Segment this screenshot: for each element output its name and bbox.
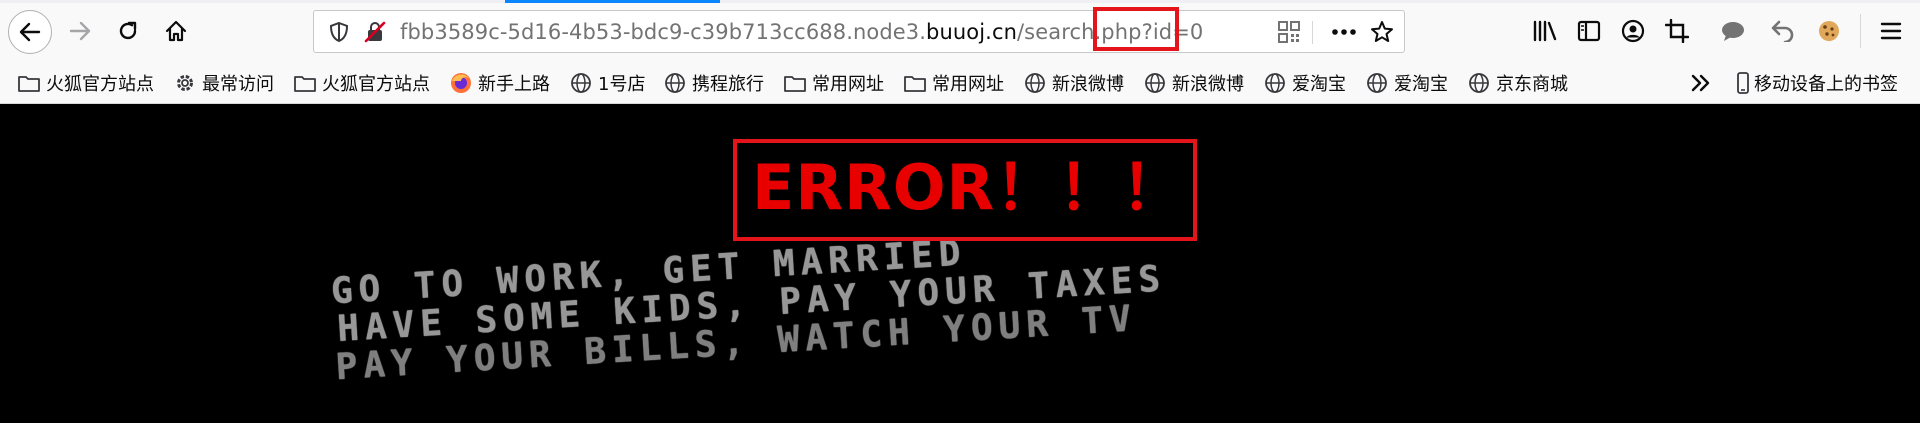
folder-icon (784, 72, 806, 94)
insecure-lock-icon[interactable] (364, 21, 386, 43)
bookmark-label: 火狐官方站点 (46, 74, 154, 95)
url-domain: buuoj.cn (926, 20, 1017, 44)
crop-icon (1665, 19, 1689, 43)
query-highlight-box (1093, 7, 1179, 51)
chevron-double-right-icon (1691, 74, 1710, 92)
toolbar-separator (1860, 14, 1861, 48)
bookmark-label: 京东商城 (1496, 74, 1568, 95)
bookmark-label: 新手上路 (478, 74, 550, 95)
bookmark-item[interactable]: 携程旅行 (664, 68, 764, 98)
mobile-bookmarks-label: 移动设备上的书签 (1754, 74, 1898, 95)
active-tab-indicator (505, 0, 720, 3)
tab-strip-line (0, 0, 1920, 3)
sidebar-button[interactable] (1572, 14, 1606, 48)
globe-icon (570, 72, 592, 94)
account-icon (1621, 19, 1645, 43)
bookmark-item[interactable]: 1号店 (570, 68, 645, 98)
bookmark-item[interactable]: 爱淘宝 (1264, 68, 1346, 98)
bookmark-item[interactable]: 常用网址 (784, 68, 884, 98)
screenshot-button[interactable] (1660, 14, 1694, 48)
mobile-phone-icon (1736, 72, 1750, 94)
undo-button[interactable] (1766, 14, 1800, 48)
qr-code-icon[interactable] (1278, 21, 1300, 43)
bookmark-label: 火狐官方站点 (322, 74, 430, 95)
bookmark-item[interactable]: 最常访问 (174, 68, 274, 98)
library-button[interactable] (1528, 14, 1562, 48)
bookmark-item[interactable]: 新浪微博 (1024, 68, 1124, 98)
navigation-toolbar: fbb3589c-5d16-4b53-bdc9-c39b713cc688.nod… (0, 0, 1920, 62)
url-divider (1312, 21, 1313, 44)
chat-bubble-icon (1722, 22, 1744, 41)
bookmarks-overflow-button[interactable] (1686, 68, 1716, 98)
cookie-icon (1819, 21, 1839, 41)
forward-button[interactable] (60, 11, 100, 51)
bookmark-item[interactable]: 爱淘宝 (1366, 68, 1448, 98)
folder-icon (904, 72, 926, 94)
home-button[interactable] (156, 11, 196, 51)
bookmark-label: 携程旅行 (692, 74, 764, 95)
browser-chrome: fbb3589c-5d16-4b53-bdc9-c39b713cc688.nod… (0, 0, 1920, 104)
url-subdomain: fbb3589c-5d16-4b53-bdc9-c39b713cc688.nod… (400, 20, 927, 44)
url-text[interactable]: fbb3589c-5d16-4b53-bdc9-c39b713cc688.nod… (400, 19, 1203, 45)
globe-icon (1264, 72, 1286, 94)
bookmark-item[interactable]: 新手上路 (450, 68, 550, 98)
mobile-bookmarks[interactable]: 移动设备上的书签 (1736, 68, 1898, 98)
chat-button[interactable] (1716, 14, 1750, 48)
globe-icon (1468, 72, 1490, 94)
url-bar[interactable]: fbb3589c-5d16-4b53-bdc9-c39b713cc688.nod… (313, 10, 1405, 53)
reload-icon (119, 21, 137, 40)
bookmark-label: 常用网址 (932, 74, 1004, 95)
globe-icon (1024, 72, 1046, 94)
bookmark-item[interactable]: 火狐官方站点 (18, 68, 154, 98)
error-message: ERROR！！！ (752, 151, 1185, 224)
folder-icon (294, 72, 316, 94)
reload-button[interactable] (108, 11, 148, 51)
undo-arrow-icon (1771, 20, 1794, 42)
arrow-right-icon (69, 21, 91, 41)
bookmark-label: 新浪微博 (1172, 74, 1244, 95)
bookmark-label: 新浪微博 (1052, 74, 1124, 95)
background-poster: GO TO WORK, GET MARRIED HAVE SOME KIDS, … (320, 223, 1167, 423)
bookmark-label: 1号店 (598, 74, 646, 95)
library-icon (1533, 20, 1557, 42)
bookmark-star-icon[interactable] (1369, 21, 1395, 43)
globe-icon (664, 72, 686, 94)
bookmark-item[interactable]: 新浪微博 (1144, 68, 1244, 98)
bookmark-label: 最常访问 (202, 74, 274, 95)
home-icon (165, 20, 187, 42)
globe-icon (1366, 72, 1388, 94)
hamburger-menu-icon (1880, 22, 1902, 40)
menu-button[interactable] (1874, 14, 1908, 48)
sidebar-icon (1577, 20, 1601, 42)
bookmark-label: 常用网址 (812, 74, 884, 95)
account-button[interactable] (1616, 14, 1650, 48)
globe-icon (1144, 72, 1166, 94)
more-actions-icon[interactable] (1329, 21, 1359, 43)
folder-icon (18, 72, 40, 94)
bookmark-item[interactable]: 常用网址 (904, 68, 1004, 98)
bookmark-item[interactable]: 火狐官方站点 (294, 68, 430, 98)
back-button[interactable] (8, 10, 52, 54)
bookmark-label: 爱淘宝 (1394, 74, 1448, 95)
bookmarks-toolbar: 火狐官方站点 最常访问 火狐官方站点 新手上路 1号店 携程旅行 常用网址 常用… (0, 62, 1920, 104)
arrow-left-icon (19, 22, 41, 42)
gear-icon (174, 72, 196, 94)
cookie-button[interactable] (1812, 14, 1846, 48)
firefox-icon (450, 72, 472, 94)
shield-icon[interactable] (328, 21, 350, 43)
bookmark-item[interactable]: 京东商城 (1468, 68, 1568, 98)
bookmark-label: 爱淘宝 (1292, 74, 1346, 95)
